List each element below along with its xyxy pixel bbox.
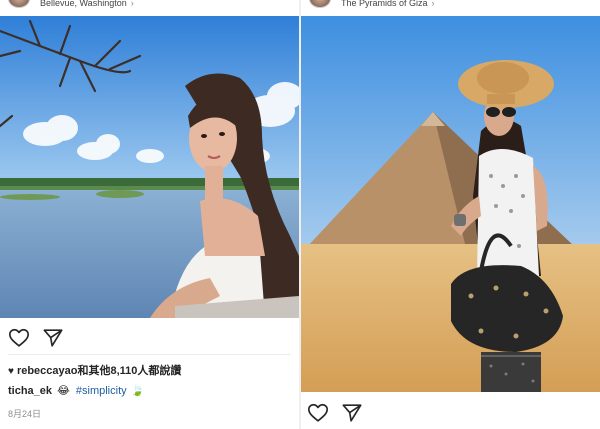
likes-text: rebeccayao和其他8,110人都說讚 xyxy=(16,365,182,377)
paper-plane-icon[interactable] xyxy=(42,327,64,349)
avatar[interactable] xyxy=(8,0,30,8)
photo-pyramid-portrait xyxy=(301,16,600,392)
post-date: 8月24日 xyxy=(8,409,42,419)
paper-plane-icon[interactable] xyxy=(341,402,363,424)
post-header: The Pyramids of Giza › xyxy=(301,0,600,16)
post-caption: ticha_ek 😂 #simplicity 🍃 xyxy=(8,384,144,397)
post-actions xyxy=(0,320,299,354)
photo-lake-portrait xyxy=(0,16,299,318)
heart-outline-icon[interactable] xyxy=(8,327,30,349)
caption-trailing-emoji: 🍃 xyxy=(130,385,145,397)
chevron-right-icon: › xyxy=(130,0,134,8)
caption-username[interactable]: ticha_ek xyxy=(8,385,52,397)
location-link[interactable]: The Pyramids of Giza › xyxy=(341,0,435,8)
location-link[interactable]: Bellevue, Washington › xyxy=(40,0,134,8)
likes-summary[interactable]: ♥ rebeccayao和其他8,110人都說讚 xyxy=(8,362,181,378)
divider xyxy=(8,354,291,355)
filled-heart-icon: ♥ xyxy=(8,366,14,377)
caption-hashtag[interactable]: #simplicity xyxy=(76,385,127,397)
avatar[interactable] xyxy=(309,0,331,8)
caption-emoji: 😂 xyxy=(57,385,70,397)
post-header: Bellevue, Washington › xyxy=(0,0,299,16)
post-left: Bellevue, Washington › ♥ rebeccayao和其他8,… xyxy=(0,0,299,429)
post-photo[interactable] xyxy=(301,16,600,392)
post-photo[interactable] xyxy=(0,16,299,318)
post-right: The Pyramids of Giza › xyxy=(301,0,600,429)
heart-outline-icon[interactable] xyxy=(307,402,329,424)
chevron-right-icon: › xyxy=(431,0,435,8)
post-actions xyxy=(301,395,600,429)
